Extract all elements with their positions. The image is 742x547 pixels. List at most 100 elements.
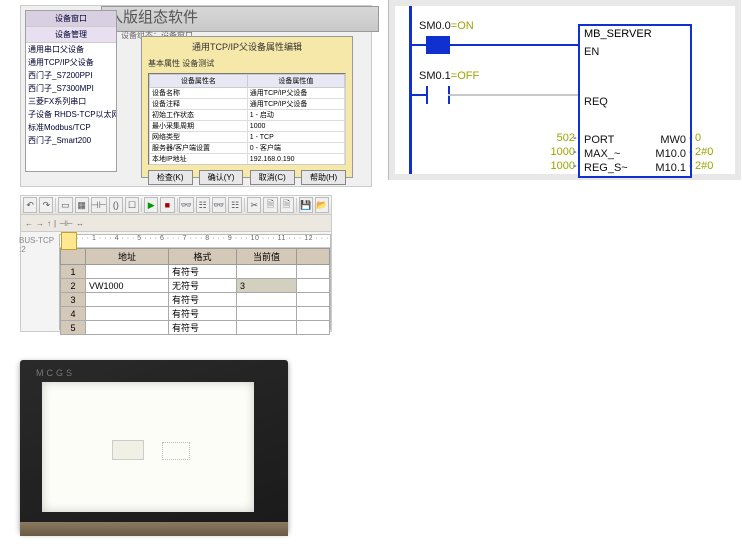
tb-doc2-icon[interactable]: 🗎 bbox=[280, 197, 294, 213]
tb2-arrow-right-icon[interactable]: → bbox=[36, 219, 44, 228]
prop-val[interactable]: 通用TCP/IP父设备 bbox=[247, 99, 344, 110]
oval-2: 2#0 bbox=[695, 160, 713, 172]
cell-fmt[interactable]: 有符号 bbox=[169, 307, 237, 321]
cell-val[interactable] bbox=[236, 307, 296, 321]
prop-val[interactable]: 3000 bbox=[247, 165, 344, 166]
tb-contact-icon[interactable]: ⊣⊢ bbox=[91, 197, 107, 213]
tb-chart-icon[interactable]: ☷ bbox=[228, 197, 242, 213]
tb-stop-icon[interactable]: ■ bbox=[160, 197, 174, 213]
tree-item[interactable]: 子设备 RHDS-TCP以太网 bbox=[26, 108, 116, 121]
col-fmt: 格式 bbox=[169, 249, 237, 265]
cell-val[interactable] bbox=[236, 321, 296, 335]
tree-item[interactable]: 西门子_S7300MPI bbox=[26, 82, 116, 95]
hmi-screen[interactable] bbox=[42, 382, 254, 512]
tb-box-icon[interactable]: ▭ bbox=[58, 197, 72, 213]
prop-val[interactable]: 192.168.0.190 bbox=[247, 154, 344, 165]
cell-val[interactable] bbox=[236, 265, 296, 279]
tb-status-icon[interactable]: ☷ bbox=[196, 197, 210, 213]
cell-addr[interactable] bbox=[86, 265, 169, 279]
tb-undo-icon[interactable]: ↶ bbox=[23, 197, 37, 213]
function-block-mb-server[interactable]: MB_SERVER EN REQ PORT MAX_~ REG_S~ MW0 M… bbox=[578, 24, 692, 178]
property-table[interactable]: 设备属性名 设备属性值 设备名称通用TCP/IP父设备 设备注释通用TCP/IP… bbox=[148, 73, 346, 165]
tb-monitor-icon[interactable]: 👓 bbox=[179, 197, 193, 213]
col-rownum bbox=[61, 249, 86, 265]
prop-name: 最小采集周期 bbox=[150, 121, 248, 132]
pin-en: EN bbox=[584, 46, 599, 58]
tb-open-icon[interactable]: 📂 bbox=[315, 197, 329, 213]
prop-val[interactable]: 0 - 客户端 bbox=[247, 143, 344, 154]
tree-item[interactable]: 三菱FX系列串口 bbox=[26, 95, 116, 108]
banner-title: 入版组态软件 bbox=[101, 6, 379, 32]
prop-val[interactable]: 1 - 启动 bbox=[247, 110, 344, 121]
cell-addr[interactable] bbox=[86, 321, 169, 335]
cell-addr[interactable]: VW1000 bbox=[86, 279, 169, 293]
pin-port: PORT bbox=[584, 134, 614, 146]
contact-sm01[interactable] bbox=[426, 86, 450, 104]
status-table[interactable]: 地址 格式 当前值 1 有符号 2 VW1000 无符号 3 3 bbox=[60, 248, 330, 335]
tb2-contact-icon[interactable]: ⊣⊢ bbox=[59, 219, 73, 228]
tb2-coil-icon[interactable]: ↔ bbox=[76, 219, 84, 228]
document-icon[interactable] bbox=[61, 232, 77, 250]
tb-redo-icon[interactable]: ↷ bbox=[39, 197, 53, 213]
tb-fb-icon[interactable]: ☐ bbox=[125, 197, 139, 213]
cell-addr[interactable] bbox=[86, 307, 169, 321]
ok-button[interactable]: 确认(Y) bbox=[199, 170, 244, 185]
prop-name: 服务器/客户端设置 bbox=[150, 143, 248, 154]
toolbar-ladder: ← → ↑ | ⊣⊢ ↔ bbox=[21, 215, 331, 232]
prop-val[interactable]: 1000 bbox=[247, 121, 344, 132]
tb-doc-icon[interactable]: 🗎 bbox=[263, 197, 277, 213]
cell-fmt[interactable]: 有符号 bbox=[169, 321, 237, 335]
tb2-arrow-left-icon[interactable]: ← bbox=[25, 219, 33, 228]
tree-item[interactable]: 通用串口父设备 bbox=[26, 43, 116, 56]
prop-name: 初始工作状态 bbox=[150, 110, 248, 121]
val-max: 1000 bbox=[545, 146, 575, 158]
cell-val[interactable] bbox=[236, 293, 296, 307]
hmi-button[interactable] bbox=[112, 440, 144, 460]
cell-fmt[interactable]: 有符号 bbox=[169, 293, 237, 307]
contact-sm00[interactable] bbox=[426, 36, 450, 54]
hmi-field[interactable] bbox=[162, 442, 190, 460]
tree-item[interactable]: 西门子_S7200PPI bbox=[26, 69, 116, 82]
ladder-panel: SM0.0=ON SM0.1=OFF MB_SERVER EN REQ PORT… bbox=[388, 0, 741, 180]
cell-val[interactable]: 3 bbox=[236, 279, 296, 293]
tree-item[interactable]: 通用TCP/IP父设备 bbox=[26, 56, 116, 69]
table-row: 1 有符号 bbox=[61, 265, 330, 279]
dialog-tabs[interactable]: 基本属性 设备测试 bbox=[142, 56, 352, 71]
help-button[interactable]: 帮助(H) bbox=[301, 170, 346, 185]
prop-name: 本地IP地址 bbox=[150, 154, 248, 165]
prop-name: 设备注释 bbox=[150, 99, 248, 110]
tree-window-header: 设备窗口 bbox=[26, 11, 116, 27]
pin-out-mw0: MW0 bbox=[660, 134, 686, 146]
oval-1: 2#0 bbox=[695, 146, 713, 158]
tb-run-icon[interactable]: ▶ bbox=[144, 197, 158, 213]
prop-val[interactable]: 1 - TCP bbox=[247, 132, 344, 143]
table-row: 4 有符号 bbox=[61, 307, 330, 321]
hmi-brand-label: MCGS bbox=[36, 368, 75, 378]
tb-glasses-icon[interactable]: 👓 bbox=[212, 197, 226, 213]
table-row: 2 VW1000 无符号 3 bbox=[61, 279, 330, 293]
tree-item[interactable]: 西门子_Smart200 bbox=[26, 134, 116, 147]
property-dialog: 通用TCP/IP父设备属性编辑 基本属性 设备测试 设备属性名 设备属性值 设备… bbox=[141, 36, 353, 178]
contact-label: SM0.0=ON bbox=[419, 20, 474, 32]
tb-save-icon[interactable]: 💾 bbox=[299, 197, 313, 213]
tb-coil-icon[interactable]: () bbox=[109, 197, 123, 213]
device-tree[interactable]: 设备窗口 设备管理 通用串口父设备 通用TCP/IP父设备 西门子_S7200P… bbox=[25, 10, 117, 172]
status-chart-panel: ↶ ↷ ▭ ▦ ⊣⊢ () ☐ ▶ ■ 👓 ☷ 👓 ☷ ✂ 🗎 🗎 💾 📂 ← … bbox=[20, 195, 332, 332]
table-row: 3 有符号 bbox=[61, 293, 330, 307]
dialog-title: 通用TCP/IP父设备属性编辑 bbox=[142, 37, 352, 56]
cell-fmt[interactable]: 有符号 bbox=[169, 265, 237, 279]
cell-fmt[interactable]: 无符号 bbox=[169, 279, 237, 293]
col-val: 当前值 bbox=[236, 249, 296, 265]
oval-0: 0 bbox=[695, 132, 701, 144]
tb2-arrow-up-icon[interactable]: ↑ bbox=[47, 219, 51, 228]
tb-cut-icon[interactable]: ✂ bbox=[247, 197, 261, 213]
pin-req: REQ bbox=[584, 96, 608, 108]
tb-boxes-icon[interactable]: ▦ bbox=[75, 197, 89, 213]
cancel-button[interactable]: 取消(C) bbox=[250, 170, 295, 185]
check-button[interactable]: 检查(K) bbox=[148, 170, 193, 185]
col-prop-val: 设备属性值 bbox=[247, 75, 344, 88]
prop-val[interactable]: 通用TCP/IP父设备 bbox=[247, 88, 344, 99]
pin-reg: REG_S~ bbox=[584, 162, 628, 174]
cell-addr[interactable] bbox=[86, 293, 169, 307]
tree-item[interactable]: 标准Modbus/TCP bbox=[26, 121, 116, 134]
